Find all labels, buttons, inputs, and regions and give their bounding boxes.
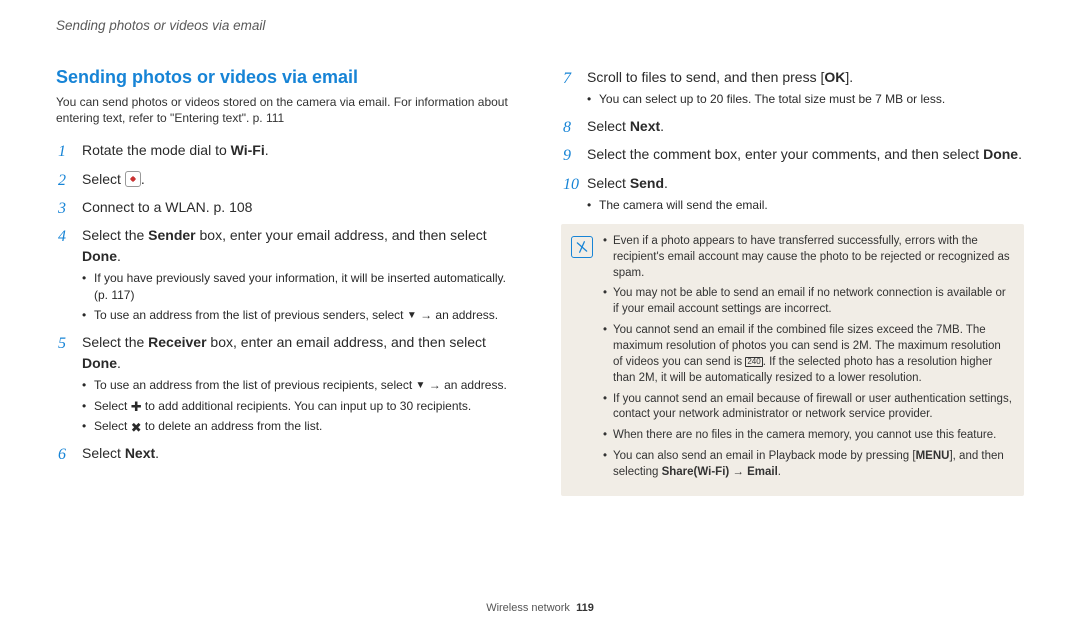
- step-text: box, enter your email address, and then …: [196, 227, 487, 243]
- bold-text: Done: [82, 355, 117, 371]
- sub-item: You can select up to 20 files. The total…: [587, 91, 1024, 108]
- step-text: .: [664, 175, 668, 191]
- bold-text: Share(Wi-Fi): [662, 466, 730, 478]
- sub-text: → an address.: [425, 378, 506, 392]
- note-item: You may not be able to send an email if …: [603, 286, 1012, 318]
- step-text: .: [265, 142, 269, 158]
- menu-label: MENU: [916, 450, 950, 462]
- note-icon: [571, 236, 593, 258]
- bold-text: Email: [747, 466, 778, 478]
- wifi-label: Wi-Fi: [231, 142, 265, 158]
- bold-text: Done: [983, 146, 1018, 162]
- down-icon: ▼: [407, 311, 417, 321]
- note-text: .: [778, 466, 781, 478]
- step-8: Select Next.: [561, 116, 1024, 136]
- note-item: If you cannot send an email because of f…: [603, 392, 1012, 424]
- sub-text: To use an address from the list of previ…: [94, 308, 407, 322]
- bold-text: Sender: [148, 227, 195, 243]
- step-text: Scroll to files to send, and then press …: [587, 69, 824, 85]
- section-title: Sending photos or videos via email: [56, 67, 519, 88]
- step-text: .: [117, 248, 121, 264]
- bold-text: Receiver: [148, 334, 206, 350]
- step-9: Select the comment box, enter your comme…: [561, 144, 1024, 164]
- sub-item: Select ✖ to delete an address from the l…: [82, 418, 519, 435]
- step-6: Select Next.: [56, 443, 519, 463]
- sub-item: Select ✚ to add additional recipients. Y…: [82, 398, 519, 415]
- bold-text: Next: [125, 445, 155, 461]
- step-text: .: [117, 355, 121, 371]
- email-icon: [125, 171, 141, 187]
- step-10: Select Send. The camera will send the em…: [561, 173, 1024, 214]
- footer-section: Wireless network: [486, 602, 570, 614]
- bold-text: Done: [82, 248, 117, 264]
- note-item: You can also send an email in Playback m…: [603, 449, 1012, 481]
- step-4: Select the Sender box, enter your email …: [56, 225, 519, 324]
- bold-text: Next: [630, 118, 660, 134]
- sub-text: Select: [94, 399, 131, 413]
- note-box: Even if a photo appears to have transfer…: [561, 224, 1024, 496]
- sub-item: If you have previously saved your inform…: [82, 270, 519, 304]
- step-text: .: [660, 118, 664, 134]
- step-text: box, enter an email address, and then se…: [207, 334, 486, 350]
- page-number: 119: [576, 602, 594, 614]
- plus-icon: ✚: [131, 400, 142, 413]
- page-footer: Wireless network 119: [0, 602, 1080, 614]
- step-text: .: [1018, 146, 1022, 162]
- step-text: Select the: [82, 334, 148, 350]
- sub-text: → an address.: [417, 308, 498, 322]
- step-3: Connect to a WLAN. p. 108: [56, 197, 519, 217]
- step-text: Select: [587, 175, 630, 191]
- steps-list-right: Scroll to files to send, and then press …: [561, 67, 1024, 214]
- sub-text: Select: [94, 419, 131, 433]
- sub-item: To use an address from the list of previ…: [82, 307, 519, 324]
- step-5: Select the Receiver box, enter an email …: [56, 332, 519, 435]
- intro-text: You can send photos or videos stored on …: [56, 94, 519, 126]
- step-text: Select: [82, 171, 125, 187]
- step-text: Select the comment box, enter your comme…: [587, 146, 983, 162]
- step-text: Select: [587, 118, 630, 134]
- sub-item: The camera will send the email.: [587, 197, 1024, 214]
- note-text: You can also send an email in Playback m…: [613, 450, 916, 462]
- steps-list-left: Rotate the mode dial to Wi-Fi. Select . …: [56, 140, 519, 463]
- step-text: Select the: [82, 227, 148, 243]
- left-column: Sending photos or videos via email You c…: [56, 67, 519, 496]
- note-list: Even if a photo appears to have transfer…: [603, 234, 1012, 486]
- step-1: Rotate the mode dial to Wi-Fi.: [56, 140, 519, 160]
- sub-text: to add additional recipients. You can in…: [142, 399, 472, 413]
- arrow-text: →: [729, 466, 747, 478]
- note-item: Even if a photo appears to have transfer…: [603, 234, 1012, 282]
- step-text: ].: [845, 69, 853, 85]
- step-7: Scroll to files to send, and then press …: [561, 67, 1024, 108]
- step-text: .: [155, 445, 159, 461]
- step-2: Select .: [56, 169, 519, 189]
- down-icon: ▼: [416, 381, 426, 391]
- resolution-icon: 240: [745, 357, 762, 367]
- step-text: Rotate the mode dial to: [82, 142, 231, 158]
- sub-item: To use an address from the list of previ…: [82, 377, 519, 394]
- running-header: Sending photos or videos via email: [56, 18, 1024, 33]
- step-text: Select: [82, 445, 125, 461]
- x-icon: ✖: [131, 421, 142, 434]
- note-item: You cannot send an email if the combined…: [603, 323, 1012, 386]
- note-item: When there are no files in the camera me…: [603, 428, 1012, 444]
- right-column: Scroll to files to send, and then press …: [561, 67, 1024, 496]
- ok-label: OK: [824, 69, 845, 85]
- sub-text: To use an address from the list of previ…: [94, 378, 416, 392]
- bold-text: Send: [630, 175, 664, 191]
- step-text: .: [141, 171, 145, 187]
- sub-text: to delete an address from the list.: [142, 419, 323, 433]
